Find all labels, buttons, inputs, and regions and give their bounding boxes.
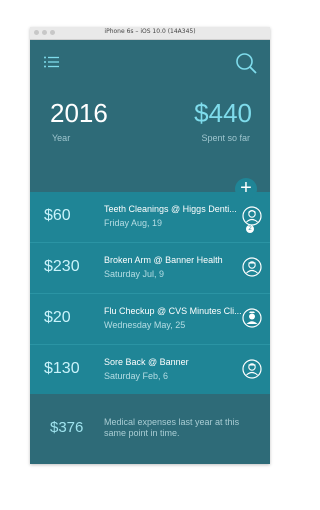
expense-date: Saturday Feb, 6 <box>104 371 169 381</box>
spent-so-far-label: Spent so far <box>201 133 250 143</box>
expense-title: Broken Arm @ Banner Health <box>104 255 223 265</box>
expense-row[interactable]: $230 Broken Arm @ Banner Health Saturday… <box>30 243 270 294</box>
app-screen: 2016 Year $440 Spent so far $60 Teeth Cl… <box>30 40 270 464</box>
doctor-avatar-icon <box>242 359 262 379</box>
expense-list: $60 Teeth Cleanings @ Higgs Denti... Fri… <box>30 192 270 394</box>
hamburger-menu-icon[interactable] <box>44 56 60 68</box>
expense-date: Wednesday May, 25 <box>104 320 186 330</box>
expense-title: Sore Back @ Banner <box>104 357 189 367</box>
simulator-window: iPhone 6s – iOS 10.0 (14A345) 2016 Year … <box>30 27 270 464</box>
expense-amount: $20 <box>44 309 71 326</box>
expense-row[interactable]: $60 Teeth Cleanings @ Higgs Denti... Fri… <box>30 192 270 243</box>
window-titlebar: iPhone 6s – iOS 10.0 (14A345) <box>30 27 270 40</box>
spent-so-far-value: $440 <box>194 98 252 128</box>
nurse-avatar-icon <box>242 308 262 328</box>
year-value: 2016 <box>50 98 108 128</box>
expense-title: Teeth Cleanings @ Higgs Denti... <box>104 204 237 214</box>
last-year-description: Medical expenses last year at this same … <box>104 417 240 438</box>
window-title: iPhone 6s – iOS 10.0 (14A345) <box>104 28 196 35</box>
doctor-avatar-icon <box>242 257 262 277</box>
expense-amount: $130 <box>44 360 80 377</box>
add-expense-button[interactable]: + <box>235 178 257 200</box>
expense-date: Friday Aug, 19 <box>104 218 163 228</box>
expense-title: Flu Checkup @ CVS Minutes Cli... <box>104 306 242 316</box>
dentist-avatar-icon <box>242 206 262 226</box>
last-year-summary: $376 Medical expenses last year at this … <box>30 394 270 464</box>
year-label: Year <box>52 133 71 143</box>
last-year-amount: $376 <box>50 419 84 436</box>
notification-badge: 2 <box>246 225 254 233</box>
expense-date: Saturday Jul, 9 <box>104 269 165 279</box>
expense-row[interactable]: $130 Sore Back @ Banner Saturday Feb, 6 <box>30 345 270 395</box>
expense-amount: $60 <box>44 207 71 224</box>
search-icon[interactable] <box>235 52 257 74</box>
expense-amount: $230 <box>44 258 80 275</box>
expense-row[interactable]: $20 Flu Checkup @ CVS Minutes Cli... Wed… <box>30 294 270 345</box>
